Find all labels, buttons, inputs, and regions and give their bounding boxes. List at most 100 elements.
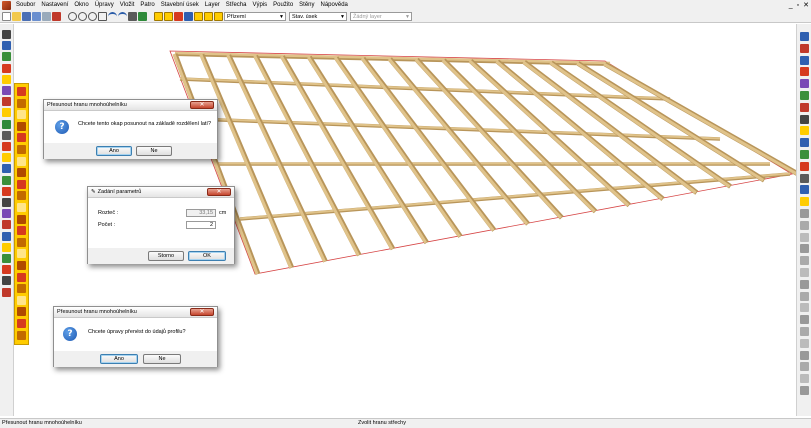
menu-napoveda[interactable]: Nápověda xyxy=(318,0,351,11)
cursor-icon[interactable] xyxy=(204,12,213,21)
right-tool-icon[interactable] xyxy=(800,150,809,159)
right-tool-icon[interactable] xyxy=(800,126,809,136)
cancel-button[interactable]: Storno xyxy=(148,251,184,261)
minimize-button[interactable]: _ xyxy=(789,0,793,11)
new-file-icon[interactable] xyxy=(2,12,11,21)
left-tool-icon[interactable] xyxy=(2,130,11,140)
zoom-window-icon[interactable] xyxy=(88,12,97,21)
right-tool-icon[interactable] xyxy=(800,362,809,372)
right-tool-icon[interactable] xyxy=(800,43,809,53)
close-window-button[interactable]: ✕ xyxy=(803,0,809,11)
right-tool-icon[interactable] xyxy=(800,338,809,348)
right-tool-icon[interactable] xyxy=(800,279,809,289)
left-tool-icon[interactable] xyxy=(2,63,11,73)
roof-tool-icon[interactable] xyxy=(17,110,26,120)
roof-tool-icon[interactable] xyxy=(17,319,26,328)
tool-5-icon[interactable] xyxy=(194,12,203,21)
right-tool-icon[interactable] xyxy=(800,315,809,325)
right-tool-icon[interactable] xyxy=(800,138,809,148)
count-field[interactable]: 2 xyxy=(186,221,216,229)
right-tool-icon[interactable] xyxy=(800,244,809,254)
left-tool-icon[interactable] xyxy=(2,86,11,95)
menu-strecha[interactable]: Střecha xyxy=(223,0,250,11)
roof-tool-icon[interactable] xyxy=(17,295,26,305)
roof-tool-icon[interactable] xyxy=(17,98,26,108)
section-select[interactable]: Stav. úsek ▼ xyxy=(289,12,347,21)
roof-tool-icon[interactable] xyxy=(17,284,26,294)
menu-steny[interactable]: Stěny xyxy=(296,0,317,11)
right-tool-icon[interactable] xyxy=(800,197,809,207)
left-tool-icon[interactable] xyxy=(2,119,11,129)
no-button[interactable]: Ne xyxy=(143,354,181,364)
spacing-field[interactable]: 33,15 xyxy=(186,209,216,217)
menu-layer[interactable]: Layer xyxy=(202,0,223,11)
right-tool-icon[interactable] xyxy=(800,114,809,124)
roof-tool-icon[interactable] xyxy=(17,203,26,212)
roof-tool-icon[interactable] xyxy=(17,330,26,340)
right-tool-icon[interactable] xyxy=(800,173,809,183)
left-tool-icon[interactable] xyxy=(2,30,11,39)
roof-tool-icon[interactable] xyxy=(17,133,26,143)
restore-button[interactable]: ▫ xyxy=(797,0,799,11)
menu-vypis[interactable]: Výpis xyxy=(249,0,270,11)
right-tool-icon[interactable] xyxy=(800,32,809,41)
yes-button[interactable]: Ano xyxy=(96,146,132,156)
close-icon[interactable]: ✕ xyxy=(190,308,214,316)
roof-tool-icon[interactable] xyxy=(17,121,26,131)
right-tool-icon[interactable] xyxy=(800,67,809,77)
right-tool-icon[interactable] xyxy=(800,268,809,277)
right-tool-icon[interactable] xyxy=(800,386,809,395)
save-as-icon[interactable] xyxy=(32,12,41,21)
right-tool-icon[interactable] xyxy=(800,350,809,360)
right-tool-icon[interactable] xyxy=(800,256,809,266)
left-tool-icon[interactable] xyxy=(2,153,11,163)
menu-soubor[interactable]: Soubor xyxy=(13,0,38,11)
right-tool-icon[interactable] xyxy=(800,232,809,242)
roof-tool-icon[interactable] xyxy=(17,191,26,201)
tool-4-icon[interactable] xyxy=(184,12,193,21)
redo-icon[interactable] xyxy=(118,12,127,21)
left-tool-icon[interactable] xyxy=(2,108,11,118)
roof-tool-icon[interactable] xyxy=(17,249,26,259)
left-tool-icon[interactable] xyxy=(2,242,11,252)
menu-stavebni-usek[interactable]: Stavební úsek xyxy=(158,0,202,11)
close-icon[interactable]: ✕ xyxy=(207,188,231,196)
right-tool-icon[interactable] xyxy=(800,327,809,336)
roof-tool-icon[interactable] xyxy=(17,145,26,154)
roof-tool-icon[interactable] xyxy=(17,87,26,96)
left-tool-icon[interactable] xyxy=(2,74,11,84)
zoom-in-icon[interactable] xyxy=(68,12,77,21)
zoom-all-icon[interactable] xyxy=(98,12,107,21)
menu-nastaveni[interactable]: Nastavení xyxy=(38,0,71,11)
roof-tool-icon[interactable] xyxy=(17,261,26,270)
menu-upravy[interactable]: Úpravy xyxy=(92,0,117,11)
roof-tool-icon[interactable] xyxy=(17,214,26,224)
tool-7-icon[interactable] xyxy=(214,12,223,21)
roof-tool-icon[interactable] xyxy=(17,237,26,247)
left-tool-icon[interactable] xyxy=(2,231,11,241)
right-tool-icon[interactable] xyxy=(800,185,809,195)
left-tool-icon[interactable] xyxy=(2,186,11,196)
menu-patro[interactable]: Patro xyxy=(137,0,157,11)
right-tool-icon[interactable] xyxy=(800,291,809,301)
yes-button[interactable]: Ano xyxy=(100,354,138,364)
roof-tool-icon[interactable] xyxy=(17,156,26,166)
left-tool-icon[interactable] xyxy=(2,198,11,207)
floor-select[interactable]: Přízemí ▼ xyxy=(224,12,286,21)
left-tool-icon[interactable] xyxy=(2,97,11,107)
menu-pouzito[interactable]: Použito xyxy=(270,0,296,11)
roof-tool-icon[interactable] xyxy=(17,179,26,189)
right-tool-icon[interactable] xyxy=(800,209,809,218)
menu-okno[interactable]: Okno xyxy=(71,0,91,11)
left-tool-icon[interactable] xyxy=(2,254,11,263)
left-tool-icon[interactable] xyxy=(2,287,11,297)
right-tool-icon[interactable] xyxy=(800,161,809,171)
right-tool-icon[interactable] xyxy=(800,102,809,112)
print-preview-icon[interactable] xyxy=(42,12,51,21)
pan-icon[interactable] xyxy=(128,12,137,21)
left-tool-icon[interactable] xyxy=(2,209,11,219)
no-button[interactable]: Ne xyxy=(136,146,172,156)
left-tool-icon[interactable] xyxy=(2,220,11,230)
view-3d-icon[interactable] xyxy=(138,12,147,21)
open-icon[interactable] xyxy=(12,12,21,21)
